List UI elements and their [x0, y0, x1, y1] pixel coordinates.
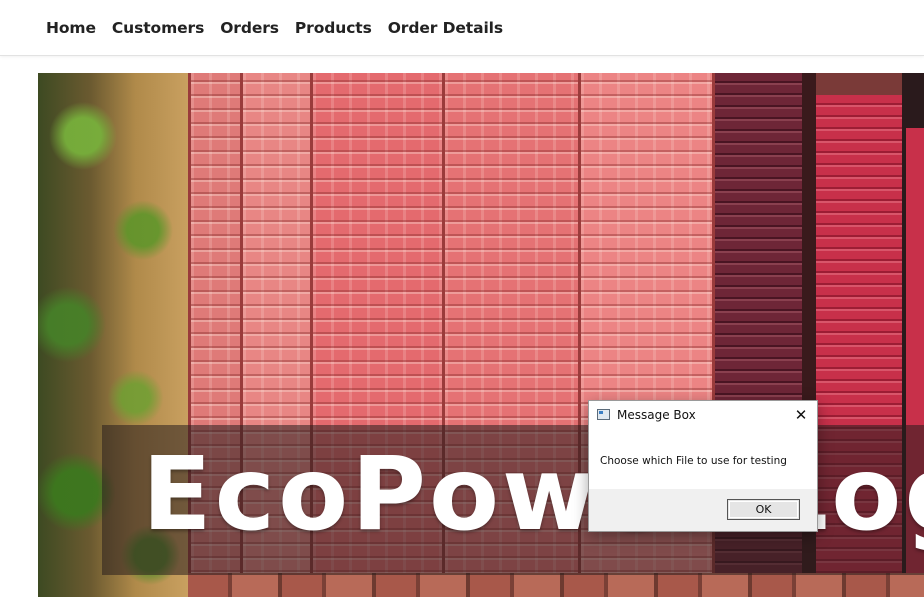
nav-order-details[interactable]: Order Details	[388, 19, 503, 37]
nav-products[interactable]: Products	[295, 19, 372, 37]
message-box-dialog: Message Box ✕ Choose which File to use f…	[588, 400, 818, 532]
window-app-icon	[597, 409, 610, 420]
dialog-body: Choose which File to use for testing	[589, 429, 817, 489]
ok-button[interactable]: OK	[727, 499, 800, 520]
hero-image-bottom-containers	[188, 573, 924, 597]
nav-customers[interactable]: Customers	[112, 19, 204, 37]
nav-orders[interactable]: Orders	[220, 19, 279, 37]
dialog-titlebar[interactable]: Message Box ✕	[589, 401, 817, 429]
top-navigation: Home Customers Orders Products Order Det…	[0, 0, 924, 56]
dialog-message: Choose which File to use for testing	[600, 455, 787, 467]
close-icon[interactable]: ✕	[791, 405, 811, 425]
dialog-title: Message Box	[617, 408, 696, 422]
dialog-footer: OK	[589, 489, 817, 531]
nav-home[interactable]: Home	[46, 19, 96, 37]
